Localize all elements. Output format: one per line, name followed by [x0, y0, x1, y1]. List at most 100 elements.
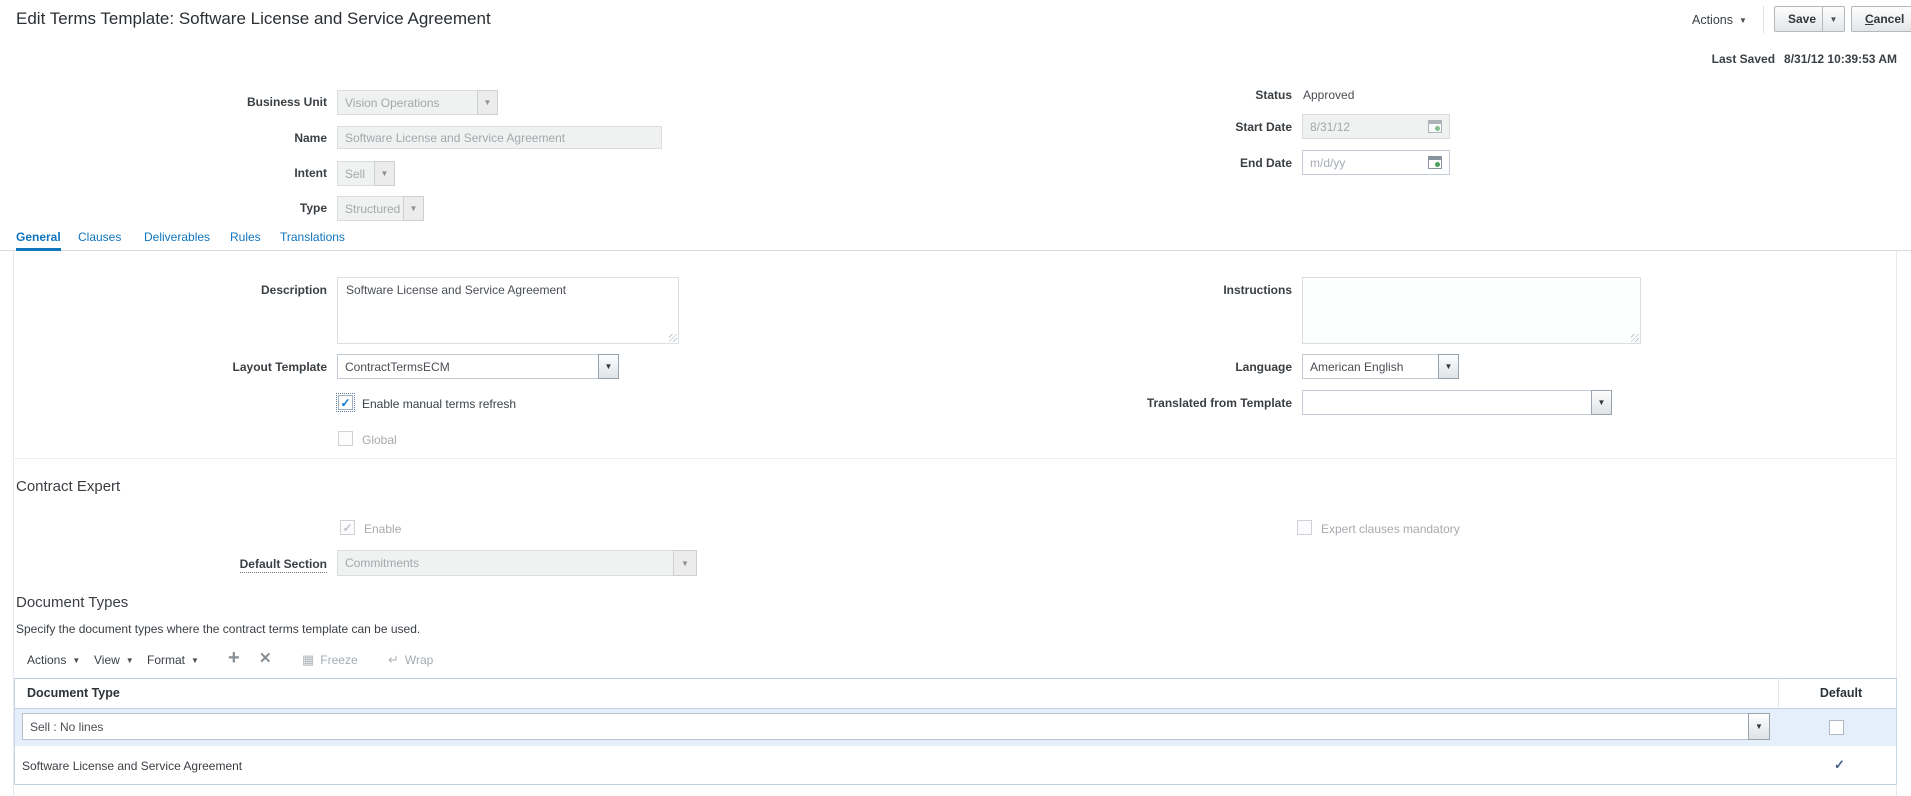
default-check-icon: ✓	[1834, 757, 1845, 772]
type-select: Structured	[337, 196, 404, 221]
translated-from-template-select[interactable]	[1302, 390, 1592, 415]
business-unit-dropdown-icon: ▼	[477, 90, 498, 115]
tab-deliverables[interactable]: Deliverables	[144, 230, 210, 251]
table-view-menu[interactable]: View ▼	[94, 653, 134, 667]
save-dropdown-button[interactable]: ▼	[1822, 6, 1845, 32]
check-icon: ✓	[342, 520, 353, 535]
chevron-down-icon: ▼	[409, 204, 418, 213]
expert-enable-checkbox: ✓	[340, 520, 355, 535]
section-divider	[13, 458, 1897, 459]
delete-row-icon[interactable]: ✕	[259, 651, 272, 666]
document-types-description: Specify the document types where the con…	[16, 622, 421, 636]
table-format-label: Format	[147, 653, 186, 667]
add-row-icon[interactable]: +	[228, 648, 240, 668]
status-label: Status	[1255, 88, 1292, 102]
default-section-dropdown-icon: ▼	[673, 550, 697, 576]
freeze-icon: ▦	[302, 652, 315, 667]
page-title: Edit Terms Template: Software License an…	[16, 9, 491, 28]
freeze-label: Freeze	[320, 653, 358, 667]
start-date-label: Start Date	[1235, 120, 1292, 134]
wrap-label: Wrap	[404, 653, 434, 667]
language-label: Language	[1235, 360, 1292, 374]
calendar-icon	[1428, 120, 1442, 133]
document-types-heading: Document Types	[16, 594, 129, 611]
name-label: Name	[294, 131, 327, 145]
layout-template-label: Layout Template	[232, 360, 327, 374]
tab-bar: General Clauses Deliverables Rules Trans…	[0, 224, 1911, 251]
language-select[interactable]: American English	[1302, 354, 1439, 379]
name-field: Software License and Service Agreement	[337, 126, 662, 149]
freeze-button: ▦ Freeze	[302, 652, 358, 668]
default-section-label: Default Section	[107, 557, 327, 573]
instructions-textarea[interactable]	[1302, 277, 1641, 344]
actions-menu-label: Actions	[1692, 13, 1733, 27]
intent-select: Sell	[337, 161, 375, 186]
language-dropdown-icon[interactable]: ▼	[1438, 354, 1459, 379]
table-actions-label: Actions	[27, 653, 67, 667]
chevron-down-icon: ▼	[191, 655, 199, 665]
chevron-down-icon: ▼	[1444, 362, 1453, 371]
table-format-menu[interactable]: Format ▼	[147, 653, 199, 667]
chevron-down-icon: ▼	[380, 169, 389, 178]
business-unit-label: Business Unit	[246, 95, 327, 109]
check-icon: ✓	[340, 395, 351, 410]
last-saved-value: 8/31/12 10:39:53 AM	[1784, 52, 1897, 66]
tab-translations[interactable]: Translations	[280, 230, 345, 251]
description-textarea[interactable]: Software License and Service Agreement	[337, 277, 679, 344]
description-label: Description	[260, 283, 327, 297]
type-dropdown-icon: ▼	[403, 196, 424, 221]
global-label: Global	[362, 433, 397, 447]
column-header-document-type: Document Type	[27, 686, 120, 700]
default-section-select: Commitments	[337, 550, 674, 576]
save-button-label: Save	[1788, 12, 1817, 26]
contract-expert-heading: Contract Expert	[16, 478, 121, 495]
layout-template-dropdown-icon[interactable]: ▼	[598, 354, 619, 379]
document-type-select[interactable]: Sell : No lines	[22, 713, 1749, 740]
wrap-icon: ↵	[388, 652, 399, 667]
last-saved-status: Last Saved 8/31/12 10:39:53 AM	[1712, 52, 1897, 66]
chevron-down-icon: ▼	[72, 655, 81, 665]
chevron-down-icon: ▼	[1755, 722, 1763, 731]
table-top-border	[14, 678, 1897, 679]
translated-from-template-label: Translated from Template	[1146, 396, 1292, 410]
tab-general[interactable]: General	[16, 230, 61, 251]
end-date-label: End Date	[1239, 156, 1292, 170]
chevron-down-icon: ▼	[604, 362, 613, 371]
edit-terms-template-page: Edit Terms Template: Software License an…	[0, 0, 1911, 796]
expert-enable-label: Enable	[364, 522, 402, 536]
cancel-button-label: Cancel	[1865, 12, 1905, 26]
chevron-down-icon: ▼	[681, 558, 689, 568]
chevron-down-icon: ▼	[1829, 14, 1838, 24]
cancel-button[interactable]: Cancel	[1851, 6, 1911, 32]
tab-clauses[interactable]: Clauses	[78, 230, 121, 251]
wrap-button: ↵ Wrap	[388, 652, 433, 668]
translated-from-template-dropdown-icon[interactable]: ▼	[1591, 390, 1612, 415]
instructions-label: Instructions	[1223, 283, 1292, 297]
default-checkbox[interactable]	[1829, 720, 1844, 735]
enable-manual-terms-refresh-checkbox[interactable]: ✓	[336, 393, 355, 412]
actions-menu-button[interactable]: Actions ▼	[1692, 13, 1747, 27]
intent-label: Intent	[294, 166, 327, 180]
calendar-icon[interactable]	[1428, 156, 1442, 169]
intent-dropdown-icon: ▼	[374, 161, 395, 186]
table-row[interactable]	[15, 746, 1896, 784]
enable-manual-terms-refresh-label: Enable manual terms refresh	[362, 397, 517, 411]
business-unit-select: Vision Operations	[337, 90, 478, 115]
status-value: Approved	[1303, 88, 1355, 102]
global-checkbox	[338, 431, 353, 446]
tab-rules[interactable]: Rules	[230, 230, 261, 251]
last-saved-label: Last Saved	[1711, 52, 1776, 66]
table-view-label: View	[94, 653, 120, 667]
chevron-down-icon: ▼	[1597, 398, 1606, 407]
chevron-down-icon: ▼	[1739, 15, 1747, 25]
chevron-down-icon: ▼	[483, 98, 492, 107]
header-divider	[1763, 6, 1764, 33]
table-bottom-border	[14, 784, 1897, 785]
layout-template-select[interactable]: ContractTermsECM	[337, 354, 599, 379]
default-section-label-text: Default Section	[239, 557, 327, 573]
document-type-dropdown-icon[interactable]: ▼	[1748, 713, 1770, 740]
column-header-default: Default	[1819, 686, 1863, 700]
chevron-down-icon: ▼	[125, 655, 134, 665]
table-actions-menu[interactable]: Actions ▼	[27, 653, 80, 667]
expert-clauses-mandatory-label: Expert clauses mandatory	[1321, 522, 1460, 536]
